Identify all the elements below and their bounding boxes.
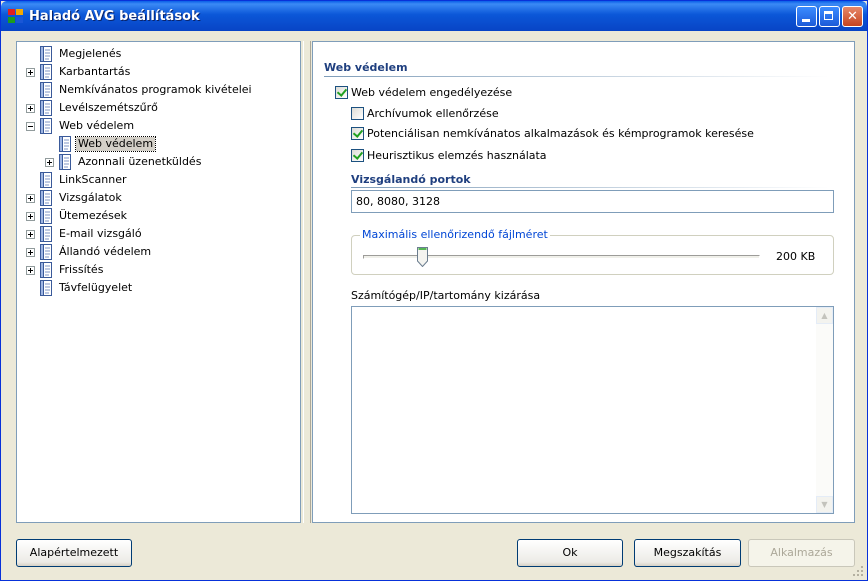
panel-splitter[interactable] bbox=[303, 41, 311, 523]
settings-document-icon bbox=[40, 244, 52, 260]
tree-item-label: E-mail vizsgáló bbox=[59, 227, 142, 240]
window-title: Haladó AVG beállítások bbox=[29, 9, 200, 24]
tree-item[interactable]: Web védelem bbox=[17, 117, 300, 135]
expand-plus-icon[interactable] bbox=[26, 266, 35, 275]
tree-item-label: Megjelenés bbox=[59, 47, 122, 60]
avg-logo-icon bbox=[8, 9, 24, 24]
ports-divider bbox=[351, 187, 829, 188]
expand-plus-icon[interactable] bbox=[26, 212, 35, 221]
max-file-size-slider-thumb[interactable] bbox=[417, 247, 429, 267]
tree-item[interactable]: Azonnali üzenetküldés bbox=[17, 153, 300, 171]
enable-web-protection-label: Web védelem engedélyezése bbox=[351, 86, 513, 99]
ports-input[interactable]: 80, 8080, 3128 bbox=[351, 190, 834, 213]
pup-spyware-scan-option[interactable]: Potenciálisan nemkívánatos alkalmazások … bbox=[351, 126, 754, 141]
tree-item[interactable]: E-mail vizsgáló bbox=[17, 225, 300, 243]
section-title: Web védelem bbox=[324, 61, 408, 74]
tree-item-label: Ütemezések bbox=[59, 209, 128, 222]
minimize-button[interactable] bbox=[796, 6, 817, 27]
expand-plus-icon[interactable] bbox=[26, 104, 35, 113]
resize-grip-icon[interactable] bbox=[852, 565, 864, 577]
enable-web-protection-checkbox[interactable] bbox=[335, 86, 348, 99]
maximize-button[interactable] bbox=[819, 6, 840, 27]
settings-document-icon bbox=[40, 226, 52, 242]
exclude-hosts-value bbox=[352, 307, 833, 313]
settings-tree[interactable]: Megjelenés Karbantartás Nemkívánatos progr… bbox=[16, 41, 301, 523]
close-icon: ✕ bbox=[847, 9, 858, 24]
scroll-down-arrow-icon[interactable]: ▼ bbox=[816, 496, 833, 513]
settings-document-icon bbox=[59, 154, 71, 170]
apply-button[interactable]: Alkalmazás bbox=[748, 539, 855, 567]
tree-item-label: Web védelem bbox=[74, 136, 157, 152]
settings-document-icon bbox=[40, 46, 52, 62]
scan-archives-checkbox[interactable] bbox=[351, 107, 364, 120]
tree-item-label: Web védelem bbox=[59, 119, 135, 132]
expand-plus-icon[interactable] bbox=[26, 230, 35, 239]
tree-item[interactable]: Állandó védelem bbox=[17, 243, 300, 261]
title-bar[interactable]: Haladó AVG beállítások ✕ bbox=[1, 1, 867, 31]
settings-document-icon bbox=[59, 136, 71, 152]
cancel-button[interactable]: Megszakítás bbox=[634, 539, 741, 567]
avg-advanced-settings-window: Haladó AVG beállítások ✕ Megjelenés Karba… bbox=[0, 0, 868, 581]
max-file-size-label: Maximális ellenőrizendő fájlméret bbox=[360, 228, 550, 241]
tree-item[interactable]: Megjelenés bbox=[17, 45, 300, 63]
heuristic-analysis-checkbox[interactable] bbox=[351, 149, 364, 162]
web-protection-panel: Web védelem Web védelem engedélyezése Ar… bbox=[312, 41, 855, 523]
heuristic-analysis-option[interactable]: Heurisztikus elemzés használata bbox=[351, 148, 547, 163]
settings-document-icon bbox=[40, 280, 52, 296]
tree-item[interactable]: LinkScanner bbox=[17, 171, 300, 189]
heuristic-analysis-label: Heurisztikus elemzés használata bbox=[367, 149, 547, 162]
settings-document-icon bbox=[40, 172, 52, 188]
tree-item-label: Állandó védelem bbox=[59, 245, 152, 258]
expand-plus-icon[interactable] bbox=[26, 68, 35, 77]
settings-document-icon bbox=[40, 190, 52, 206]
tree-item-label: LinkScanner bbox=[59, 173, 127, 186]
tree-item[interactable]: Frissítés bbox=[17, 261, 300, 279]
collapse-minus-icon[interactable] bbox=[26, 122, 35, 131]
scan-archives-label: Archívumok ellenőrzése bbox=[367, 107, 499, 120]
close-button[interactable]: ✕ bbox=[842, 6, 863, 27]
settings-document-icon bbox=[40, 64, 52, 80]
defaults-button[interactable]: Alapértelmezett bbox=[16, 539, 132, 567]
settings-document-icon bbox=[40, 118, 52, 134]
max-file-size-group: Maximális ellenőrizendő fájlméret 200 KB bbox=[351, 228, 834, 275]
settings-document-icon bbox=[40, 100, 52, 116]
max-file-size-value: 200 KB bbox=[776, 250, 816, 263]
ports-title: Vizsgálandó portok bbox=[351, 173, 471, 186]
tree-item[interactable]: Távfelügyelet bbox=[17, 279, 300, 297]
scan-archives-option[interactable]: Archívumok ellenőrzése bbox=[351, 106, 499, 121]
enable-web-protection-option[interactable]: Web védelem engedélyezése bbox=[335, 85, 512, 100]
tree-item-label: Nemkívánatos programok kivételei bbox=[59, 83, 252, 96]
tree-item-label: Távfelügyelet bbox=[59, 281, 133, 294]
section-divider bbox=[324, 76, 829, 77]
ok-button[interactable]: Ok bbox=[517, 539, 623, 567]
expand-plus-icon[interactable] bbox=[26, 194, 35, 203]
tree-item-label: Azonnali üzenetküldés bbox=[78, 155, 202, 168]
tree-item[interactable]: Karbantartás bbox=[17, 63, 300, 81]
tree-item-label: Levélszemétszűrő bbox=[59, 101, 158, 114]
tree-item-label: Karbantartás bbox=[59, 65, 131, 78]
exclude-hosts-scrollbar[interactable]: ▲ ▼ bbox=[816, 307, 833, 513]
tree-item-label: Frissítés bbox=[59, 263, 104, 276]
pup-spyware-scan-checkbox[interactable] bbox=[351, 127, 364, 140]
expand-plus-icon[interactable] bbox=[26, 248, 35, 257]
settings-document-icon bbox=[40, 208, 52, 224]
pup-spyware-scan-label: Potenciálisan nemkívánatos alkalmazások … bbox=[367, 127, 754, 140]
tree-item[interactable]: Vizsgálatok bbox=[17, 189, 300, 207]
tree-item-label: Vizsgálatok bbox=[59, 191, 122, 204]
maximize-icon bbox=[824, 11, 833, 20]
settings-document-icon bbox=[40, 82, 52, 98]
exclude-hosts-textarea[interactable]: ▲ ▼ bbox=[351, 306, 834, 514]
minimize-icon bbox=[802, 19, 810, 22]
tree-item[interactable]: Nemkívánatos programok kivételei bbox=[17, 81, 300, 99]
settings-document-icon bbox=[40, 262, 52, 278]
tree-item[interactable]: Ütemezések bbox=[17, 207, 300, 225]
scroll-up-arrow-icon[interactable]: ▲ bbox=[816, 307, 833, 324]
tree-item[interactable]: Levélszemétszűrő bbox=[17, 99, 300, 117]
tree-item[interactable]: Web védelem bbox=[17, 135, 300, 153]
exclude-hosts-label: Számítógép/IP/tartomány kizárása bbox=[351, 289, 541, 302]
expand-plus-icon[interactable] bbox=[45, 158, 54, 167]
